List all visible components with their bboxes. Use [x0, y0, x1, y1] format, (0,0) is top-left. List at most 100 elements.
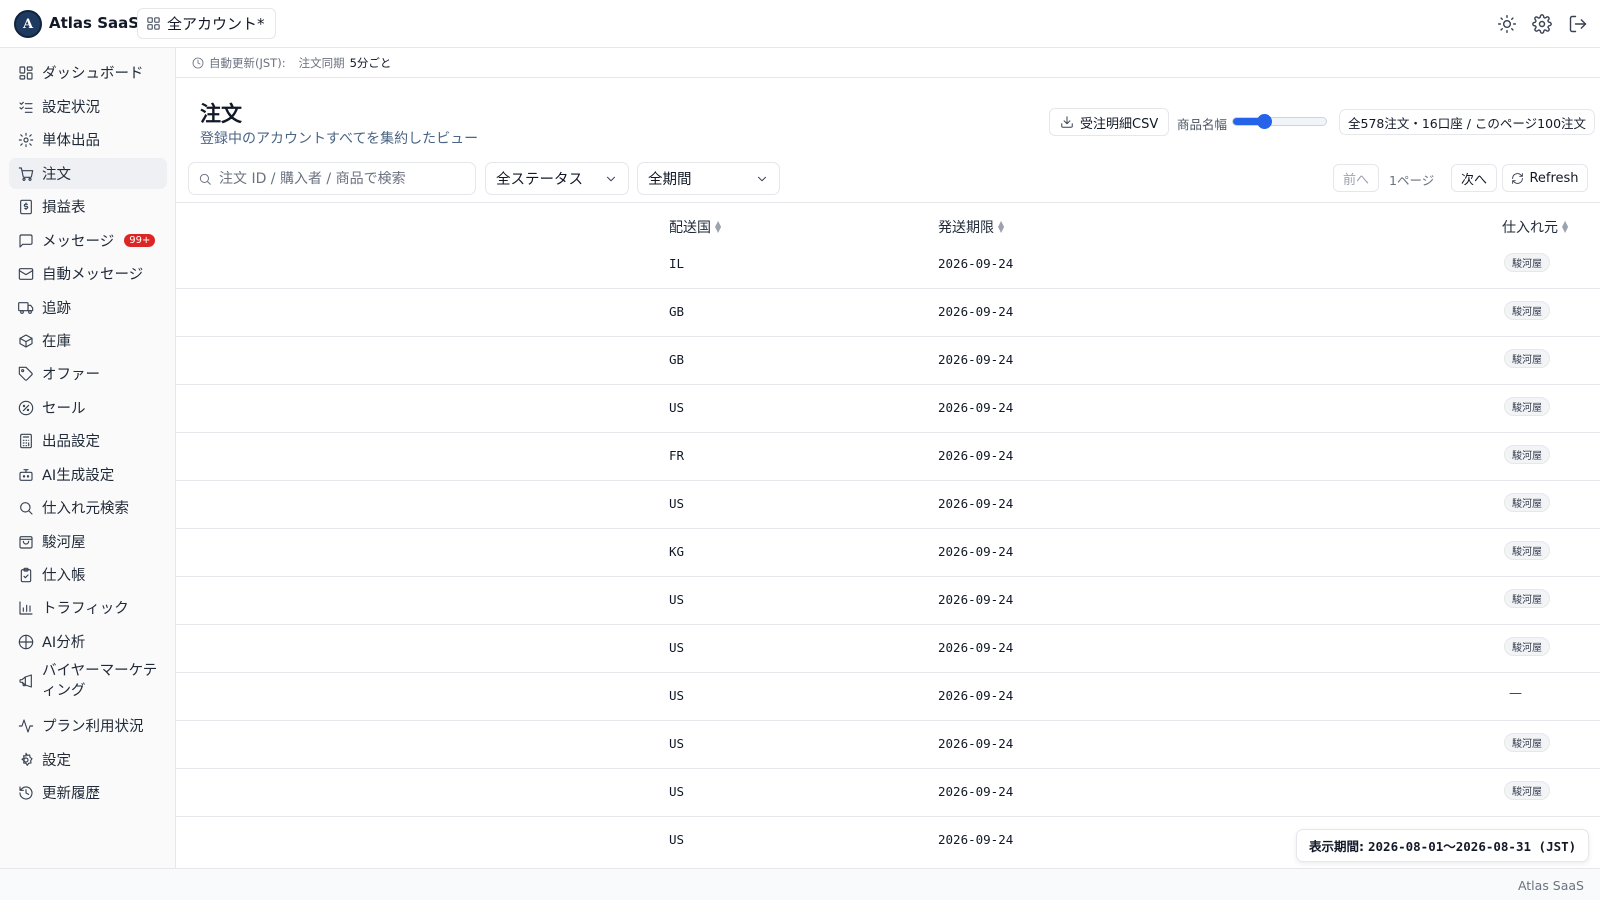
sidebar-item-label: AI分析: [42, 635, 86, 651]
next-page-button[interactable]: 次へ: [1451, 164, 1497, 192]
sidebar-item-label: トラフィック: [42, 601, 129, 617]
mail-icon: [18, 267, 34, 280]
search-input[interactable]: [219, 170, 459, 187]
title-width-label: 商品名幅: [1177, 117, 1228, 132]
globe-icon: [18, 634, 34, 649]
cell-country: US: [669, 400, 685, 415]
search-icon: [20, 501, 33, 515]
sidebar-item-auto-messages[interactable]: 自動メッセージ: [9, 258, 167, 289]
order-count-summary: 全578注文・16口座 / このページ100注文: [1339, 109, 1596, 135]
sidebar-item-label: バイヤーマーケティング: [42, 663, 158, 699]
sidebar-item-dashboard[interactable]: ダッシュボード: [9, 57, 167, 88]
sidebar-item-surugaya[interactable]: 駿河屋: [9, 526, 167, 557]
table-row[interactable]: US 2026-09-24 駿河屋: [176, 481, 1600, 529]
sidebar-item-ai-generation[interactable]: AI生成設定: [9, 459, 167, 490]
auto-update-strip: 自動更新(JST): 注文同期 5分ごと: [176, 48, 1600, 78]
sidebar-item-inventory[interactable]: 在庫: [9, 325, 167, 356]
cell-deadline: 2026-09-24: [938, 304, 1014, 319]
sidebar-item-label: セール: [42, 401, 86, 417]
sidebar-item-offers[interactable]: オファー: [9, 358, 167, 389]
order-search[interactable]: [188, 162, 476, 195]
cell-country: US: [669, 640, 685, 655]
table-row[interactable]: US 2026-09-24 駿河屋: [176, 625, 1600, 673]
table-row[interactable]: KG 2026-09-24 駿河屋: [176, 529, 1600, 577]
table-row[interactable]: GB 2026-09-24 駿河屋: [176, 337, 1600, 385]
activity-icon: [18, 718, 34, 733]
sidebar-item-label: 設定: [42, 753, 71, 769]
sidebar-item-changelog[interactable]: 更新履歴: [9, 777, 167, 808]
sort-icon: ▲ ▼: [715, 219, 722, 234]
table-row[interactable]: US 2026-09-24 —: [176, 673, 1600, 721]
chevron-down-icon: [607, 176, 615, 181]
megaphone-icon: [19, 674, 32, 688]
sidebar-item-plan-usage[interactable]: プラン利用状況: [9, 710, 167, 741]
download-icon: [1061, 116, 1073, 128]
source-tag: 駿河屋: [1504, 253, 1550, 272]
sun-icon[interactable]: [1497, 14, 1517, 34]
source-tag: 駿河屋: [1504, 541, 1550, 560]
sidebar-item-purchase-ledger[interactable]: 仕入帳: [9, 559, 167, 590]
table-row[interactable]: US 2026-09-24 駿河屋: [176, 385, 1600, 433]
sidebar-item-listing-settings[interactable]: 出品設定: [9, 425, 167, 456]
cell-country: KG: [669, 544, 685, 559]
export-csv-button[interactable]: 受注明細CSV: [1049, 108, 1170, 136]
sidebar-item-sale[interactable]: セール: [9, 392, 167, 423]
cell-source-empty: —: [1509, 686, 1522, 701]
column-header-deadline[interactable]: 発送期限 ▲ ▼: [938, 217, 1004, 237]
sidebar-item-tracking[interactable]: 追跡: [9, 292, 167, 323]
export-csv-label: 受注明細CSV: [1080, 116, 1159, 132]
settings-icon[interactable]: [1532, 14, 1552, 34]
sidebar-item-orders[interactable]: 注文: [9, 158, 167, 189]
sidebar-item-label: 自動メッセージ: [42, 267, 144, 283]
box-icon: [19, 333, 33, 348]
search-icon: [199, 173, 211, 185]
source-tag: 駿河屋: [1504, 493, 1550, 512]
table-row[interactable]: US 2026-09-24 駿河屋: [176, 577, 1600, 625]
logout-icon[interactable]: [1568, 14, 1588, 34]
period-filter-select[interactable]: 全期間: [637, 162, 780, 195]
sidebar-item-label: 注文: [42, 167, 71, 183]
sidebar-item-ai-analysis[interactable]: AI分析: [9, 626, 167, 657]
sidebar-item-label: 設定状況: [42, 100, 100, 116]
sidebar-item-label: 在庫: [42, 334, 71, 350]
prev-page-label: 前へ: [1342, 172, 1369, 188]
table-row[interactable]: GB 2026-09-24 駿河屋: [176, 289, 1600, 337]
bar-chart-icon: [19, 600, 33, 615]
sidebar-item-pnl[interactable]: 損益表: [9, 191, 167, 222]
sidebar-item-setup-status[interactable]: 設定状況: [9, 91, 167, 122]
sidebar-item-label: ダッシュボード: [42, 66, 144, 82]
sidebar-item-label: AI生成設定: [42, 468, 115, 484]
app-logo[interactable]: A: [14, 10, 42, 38]
gear-icon: [18, 132, 34, 147]
status-filter-select[interactable]: 全ステータス: [485, 162, 629, 195]
column-header-country[interactable]: 配送国 ▲ ▼: [669, 217, 721, 237]
sidebar-item-messages[interactable]: メッセージ 99+: [9, 225, 167, 256]
sidebar-item-traffic[interactable]: トラフィック: [9, 592, 167, 623]
orders-table: 配送国 ▲ ▼ 発送期限 ▲ ▼ 仕入れ元 ▲ ▼ IL 2026-09-24 駿河屋 GB 202…: [176, 202, 1600, 868]
cell-deadline: 2026-09-24: [938, 256, 1014, 271]
page-title: 注文: [200, 102, 242, 126]
sidebar-item-source-search[interactable]: 仕入れ元検索: [9, 492, 167, 523]
sidebar-item-label: オファー: [42, 367, 100, 383]
table-row[interactable]: US 2026-09-24 駿河屋: [176, 721, 1600, 769]
cell-deadline: 2026-09-24: [938, 448, 1014, 463]
sidebar-item-buyer-marketing[interactable]: バイヤーマーケティング: [9, 659, 167, 703]
sidebar-item-settings[interactable]: 設定: [9, 744, 167, 775]
refresh-button[interactable]: Refresh: [1502, 164, 1588, 192]
message-icon: [19, 233, 33, 248]
sidebar-item-single-listing[interactable]: 単体出品: [9, 124, 167, 155]
cart-icon: [18, 166, 34, 181]
title-width-slider[interactable]: [1232, 114, 1327, 129]
sidebar-item-label: メッセージ: [42, 234, 115, 250]
dashboard-icon: [19, 65, 33, 80]
footer-brand: Atlas SaaS: [1517, 878, 1584, 893]
table-row[interactable]: IL 2026-09-24 駿河屋: [176, 241, 1600, 289]
account-selector-button[interactable]: 全アカウント*: [137, 8, 276, 39]
refresh-icon: [1512, 172, 1524, 184]
slider-handle[interactable]: [1256, 114, 1272, 129]
table-row[interactable]: FR 2026-09-24 駿河屋: [176, 433, 1600, 481]
column-header-source[interactable]: 仕入れ元 ▲ ▼: [1502, 217, 1568, 237]
table-row[interactable]: US 2026-09-24 駿河屋: [176, 769, 1600, 817]
prev-page-button[interactable]: 前へ: [1333, 164, 1379, 192]
cell-deadline: 2026-09-24: [938, 544, 1014, 559]
